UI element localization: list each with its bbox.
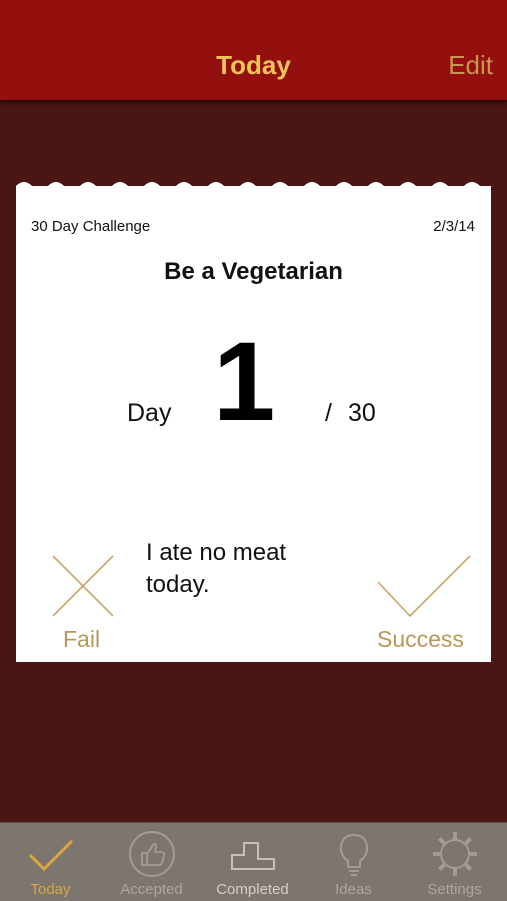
tab-label: Ideas bbox=[335, 881, 372, 898]
day-separator: / bbox=[325, 399, 332, 427]
tab-label: Accepted bbox=[120, 881, 183, 898]
tab-today[interactable]: Today bbox=[0, 823, 101, 901]
tab-accepted[interactable]: Accepted bbox=[101, 823, 202, 901]
thumbs-up-icon bbox=[128, 831, 175, 877]
day-label: Day bbox=[127, 399, 172, 427]
tab-label: Today bbox=[30, 881, 71, 898]
edit-button[interactable]: Edit bbox=[448, 50, 493, 81]
podium-icon bbox=[230, 842, 275, 870]
challenge-card: 30 Day Challenge 2/3/14 Be a Vegetarian … bbox=[16, 186, 491, 662]
gear-icon bbox=[432, 832, 477, 876]
lightbulb-icon bbox=[339, 833, 368, 876]
nav-title: Today bbox=[216, 50, 291, 80]
nav-bar: Today Edit bbox=[0, 0, 507, 100]
success-button[interactable]: Success bbox=[377, 626, 464, 653]
challenge-type-label: 30 Day Challenge bbox=[31, 218, 151, 235]
tab-completed[interactable]: Completed bbox=[202, 823, 303, 901]
challenge-date: 2/3/14 bbox=[433, 218, 475, 235]
tab-settings[interactable]: Settings bbox=[404, 823, 505, 901]
day-number: 1 bbox=[213, 319, 276, 444]
tab-label: Settings bbox=[427, 881, 482, 898]
fail-button[interactable]: Fail bbox=[63, 626, 100, 653]
tab-label: Completed bbox=[216, 881, 289, 898]
challenge-title: Be a Vegetarian bbox=[164, 258, 343, 285]
check-icon bbox=[28, 839, 73, 872]
tab-bar: Today Accepted Completed Ideas Settings bbox=[0, 822, 507, 901]
challenge-description: I ate no meat today. bbox=[146, 539, 287, 598]
day-total: 30 bbox=[348, 399, 376, 427]
tab-ideas[interactable]: Ideas bbox=[303, 823, 404, 901]
